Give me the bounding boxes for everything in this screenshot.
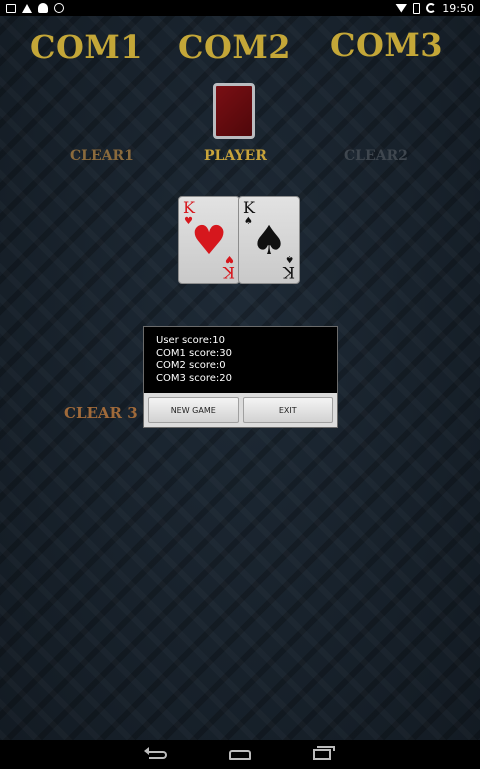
score-message: User score:10 COM1 score:30 COM2 score:0… <box>156 335 232 385</box>
score-dialog: User score:10 COM1 score:30 COM2 score:0… <box>143 326 338 428</box>
back-button[interactable] <box>144 746 170 762</box>
nav-bar <box>0 740 480 769</box>
home-button[interactable] <box>228 748 252 762</box>
player-label: PLAYER <box>204 148 267 164</box>
card-rank: K <box>283 263 295 282</box>
com3-label: COM3 <box>330 26 444 64</box>
clock: 19:50 <box>442 1 474 15</box>
home-icon <box>229 749 251 760</box>
card-rank: K <box>243 198 255 217</box>
exit-button[interactable]: EXIT <box>242 397 333 423</box>
photo-icon <box>6 3 16 13</box>
clear3-button[interactable]: CLEAR 3 <box>64 404 138 422</box>
dialog-buttons: NEW GAME EXIT <box>144 393 337 427</box>
com1-score: COM1 score:30 <box>156 347 232 359</box>
recents-icon <box>313 746 335 760</box>
battery-icon <box>413 2 421 14</box>
sync-icon <box>426 3 437 13</box>
android-icon <box>38 3 48 13</box>
deck-card[interactable] <box>213 83 255 139</box>
recents-button[interactable] <box>310 746 335 762</box>
king-of-hearts-card[interactable]: K ♥ ♥ ♥ K <box>178 196 240 284</box>
user-score: User score:10 <box>156 335 225 346</box>
com2-score: COM2 score:0 <box>156 360 226 371</box>
card-rank: K <box>183 198 195 217</box>
com3-score: COM3 score:20 <box>156 372 232 384</box>
status-left <box>6 3 64 13</box>
back-icon <box>144 746 167 759</box>
com2-label: COM2 <box>178 28 292 66</box>
clear1-button[interactable]: CLEAR1 <box>70 148 134 164</box>
status-bar: 19:50 <box>0 0 480 16</box>
new-game-button[interactable]: NEW GAME <box>148 397 239 423</box>
game-icon <box>54 3 64 13</box>
warning-icon <box>22 3 32 13</box>
com1-label: COM1 <box>30 28 144 66</box>
wifi-icon <box>395 3 408 13</box>
clear2-button[interactable]: CLEAR2 <box>344 148 408 164</box>
status-right: 19:50 <box>395 2 474 15</box>
card-rank: K <box>223 263 235 282</box>
king-of-spades-card[interactable]: K ♠ ♠ ♠ K <box>238 196 300 284</box>
